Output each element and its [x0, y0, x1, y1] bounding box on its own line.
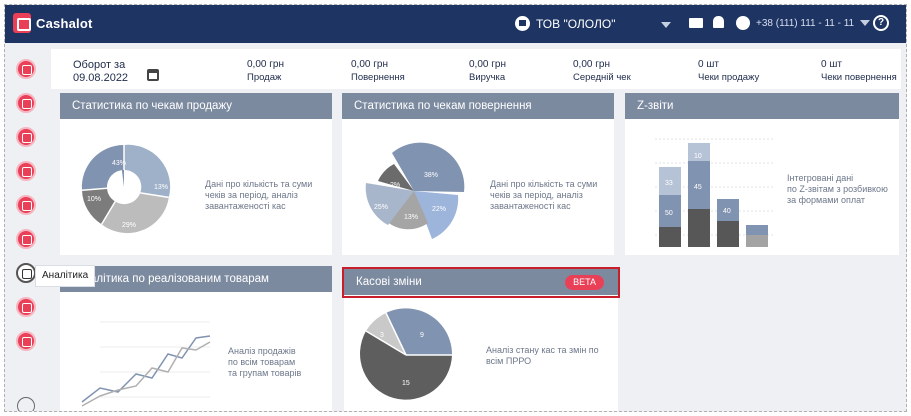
top-navbar: Cashalot ТОВ "ОЛОЛО" +38 (111) 111 - 11 …	[5, 5, 906, 43]
home-icon	[515, 16, 530, 31]
slice-label: 3	[380, 332, 384, 339]
chevron-down-icon	[860, 20, 871, 26]
metric-average-check: 0,00 грн Середній чек	[573, 59, 631, 83]
card-title: Аналітика по реалізованим товарам	[60, 266, 332, 292]
app-frame: Cashalot ТОВ "ОЛОЛО" +38 (111) 111 - 11 …	[4, 4, 907, 412]
bar-label: 45	[694, 184, 702, 191]
user-phone: +38 (111) 111 - 11 - 11	[756, 17, 855, 29]
sidebar	[5, 43, 45, 411]
card-title: Статистика по чекам продажу	[60, 93, 332, 119]
sidebar-tooltip: Аналітика	[35, 265, 96, 287]
slice-label: 25%	[374, 204, 388, 211]
summary-bar: Оборот за 09.08.2022 0,00 грн Продаж 0,00…	[51, 49, 901, 89]
card-description: Дані про кількість та суми чеків за періо…	[490, 179, 598, 211]
bar-label: 40	[723, 208, 731, 215]
card-return-checks[interactable]: Статистика по чекам повернення 38% 22% 1…	[342, 93, 614, 255]
sidebar-item-cashregister-icon[interactable]	[16, 127, 36, 147]
slice-label: 9	[420, 332, 424, 339]
slice-label: 22%	[432, 206, 446, 213]
logo-text: Cashalot	[36, 15, 93, 31]
bell-icon[interactable]	[713, 16, 724, 28]
company-selector[interactable]: ТОВ "ОЛОЛО"	[515, 16, 615, 31]
cashalot-logo-icon	[13, 13, 31, 33]
user-menu[interactable]: +38 (111) 111 - 11 - 11	[736, 16, 871, 30]
sidebar-item-cashalot-icon[interactable]	[16, 59, 36, 79]
slice-label: 13%	[404, 214, 418, 221]
sidebar-item-documents-icon[interactable]	[16, 161, 36, 181]
sidebar-item-settings-icon[interactable]	[16, 331, 36, 351]
slice-label: 15	[402, 380, 410, 387]
bar-label: 10	[694, 153, 702, 160]
mail-icon[interactable]	[689, 18, 703, 28]
bar-label: 50	[665, 210, 673, 217]
card-title: Статистика по чекам повернення	[342, 93, 614, 119]
sidebar-item-warehouse-icon[interactable]	[16, 229, 36, 249]
metric-return-checks: 0 шт Чеки повернення	[821, 59, 897, 83]
card-description: Аналіз продажів по всім товарам та групам …	[228, 346, 302, 378]
card-description: Дані про кількість та суми чеків за періо…	[205, 179, 313, 211]
card-description: Аналіз стану кас та змін по всім ПРРО	[486, 345, 599, 366]
download-icon[interactable]	[17, 397, 35, 411]
metric-revenue: 0,00 грн Виручка	[469, 59, 506, 83]
card-z-reports[interactable]: Z-звіти 33 50 10 45 40 Інтегровані дані п…	[625, 93, 899, 255]
slice-label: 43%	[112, 160, 126, 167]
sidebar-item-users-icon[interactable]	[16, 297, 36, 317]
calendar-icon[interactable]	[147, 69, 159, 81]
bar-label: 33	[665, 180, 673, 187]
sidebar-item-reports-icon[interactable]	[16, 195, 36, 215]
slice-label: 13%	[154, 184, 168, 191]
sidebar-item-analytics-icon[interactable]	[16, 263, 36, 283]
slice-label: 10%	[87, 196, 101, 203]
sidebar-item-home-icon[interactable]	[16, 93, 36, 113]
period-date: 09.08.2022	[73, 72, 129, 84]
card-sales-checks[interactable]: Статистика по чекам продажу 43% 13% 29% …	[60, 93, 332, 255]
company-name: ТОВ "ОЛОЛО"	[536, 16, 616, 31]
card-title: Касові зміни BETA	[344, 269, 618, 295]
chevron-down-icon[interactable]	[661, 22, 671, 28]
card-goods-analytics[interactable]: Аналітика по реалізованим товарам Аналіз…	[60, 266, 332, 411]
slice-label: 2%	[390, 182, 400, 189]
slice-label: 38%	[424, 172, 438, 179]
slice-label: 29%	[122, 222, 136, 229]
metric-returns: 0,00 грн Повернення	[351, 59, 405, 83]
metric-sales: 0,00 грн Продаж	[247, 59, 284, 83]
card-cash-shifts[interactable]: Касові зміни BETA 9 15 3 Аналіз стану ка…	[344, 269, 618, 411]
card-description: Інтегровані дані по Z-звітам з розбивкою з…	[787, 173, 888, 205]
logo[interactable]: Cashalot	[13, 13, 93, 33]
user-icon	[736, 16, 750, 30]
beta-badge: BETA	[565, 275, 604, 290]
period-label: Оборот за 09.08.2022	[73, 59, 129, 84]
metric-sales-checks: 0 шт Чеки продажу	[698, 59, 760, 83]
card-title: Z-звіти	[625, 93, 899, 119]
help-icon[interactable]: ?	[873, 15, 889, 31]
